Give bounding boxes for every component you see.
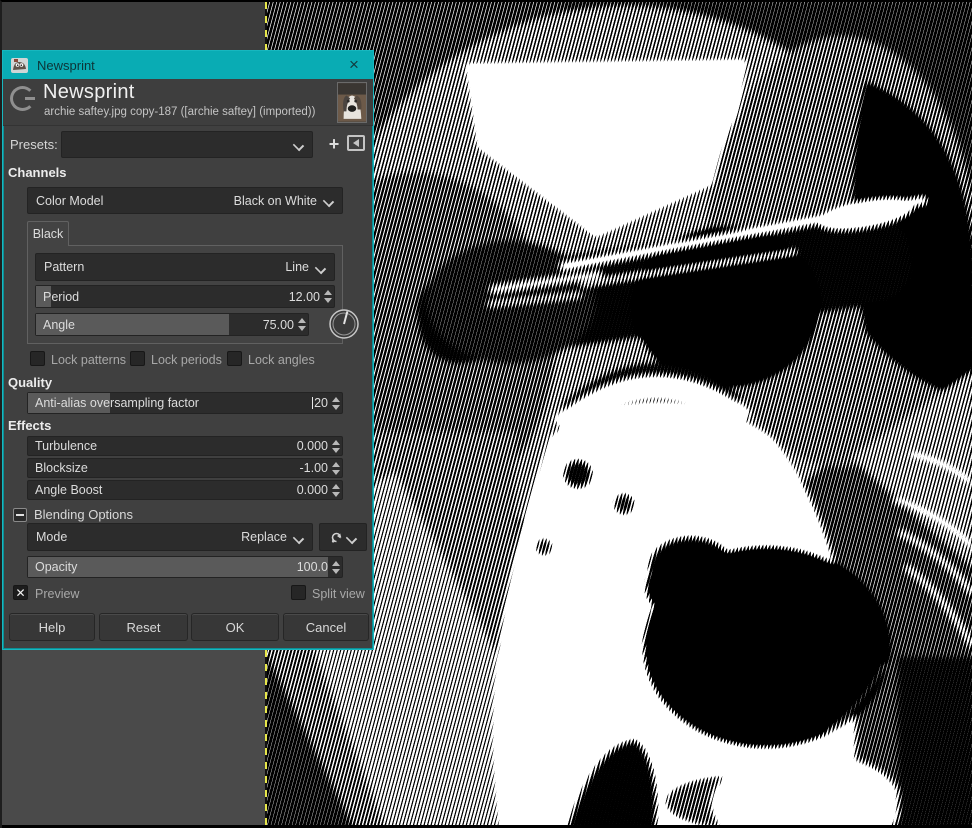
blocksize-spinner[interactable] <box>329 459 342 477</box>
lock-angles-label: Lock angles <box>248 353 315 367</box>
angle-slider[interactable]: Angle 75.00 <box>35 313 309 336</box>
split-view-label: Split view <box>312 587 365 601</box>
angle-boost-slider[interactable]: Angle Boost 0.000 <box>27 480 343 500</box>
blocksize-label: Blocksize <box>35 461 88 475</box>
angle-label: Angle <box>43 317 75 332</box>
text-cursor <box>312 397 314 409</box>
pattern-value: Line <box>285 260 309 274</box>
image-thumbnail <box>337 82 367 123</box>
newsprint-dialog: Newsprint × Newsprint archie saftey.jpg … <box>2 50 374 650</box>
layer-boundary-guide <box>265 2 267 50</box>
gimp-window: Newsprint × Newsprint archie saftey.jpg … <box>0 0 972 828</box>
dialog-title: Newsprint <box>37 57 95 73</box>
mode-combo[interactable]: Mode Replace <box>27 523 313 551</box>
color-model-label: Color Model <box>36 193 104 208</box>
preset-menu-button[interactable] <box>347 135 365 151</box>
add-preset-button[interactable]: + <box>323 133 345 155</box>
period-slider[interactable]: Period 12.00 <box>35 285 335 308</box>
spin-up-icon[interactable] <box>331 396 340 402</box>
opacity-spinner[interactable] <box>329 557 342 577</box>
spin-up-icon[interactable] <box>331 439 340 445</box>
lock-angles-checkbox[interactable] <box>227 351 242 366</box>
tab-black[interactable]: Black <box>27 221 69 246</box>
ok-button[interactable]: OK <box>191 613 279 641</box>
turbulence-value: 0.000 <box>296 439 328 453</box>
angle-spinner[interactable] <box>295 314 308 335</box>
antialias-label: Anti-alias oversampling factor <box>35 396 199 410</box>
canvas-padding-bottom <box>2 650 266 828</box>
angle-boost-spinner[interactable] <box>329 481 342 499</box>
mode-value: Replace <box>241 530 287 544</box>
angle-dial[interactable] <box>327 307 361 341</box>
wilber-icon <box>11 57 28 73</box>
dialog-header: Newsprint archie saftey.jpg copy-187 ([a… <box>3 79 373 126</box>
channels-heading: Channels <box>8 165 67 180</box>
turbulence-spinner[interactable] <box>329 437 342 455</box>
presets-label: Presets: <box>10 137 58 152</box>
preview-checkbox[interactable]: ✕ <box>13 585 28 600</box>
lock-patterns-checkbox[interactable] <box>30 351 45 366</box>
gegl-logo-icon <box>10 86 35 111</box>
spin-down-icon[interactable] <box>331 404 340 410</box>
mode-label: Mode <box>36 530 68 544</box>
lock-periods-checkbox[interactable] <box>130 351 145 366</box>
lock-periods-label: Lock periods <box>151 353 222 367</box>
spin-up-icon[interactable] <box>331 483 340 489</box>
blending-expander-icon[interactable] <box>13 508 27 522</box>
spin-up-icon[interactable] <box>297 318 306 323</box>
cancel-button[interactable]: Cancel <box>283 613 369 641</box>
spin-down-icon[interactable] <box>331 491 340 497</box>
spin-down-icon[interactable] <box>331 447 340 453</box>
effects-heading: Effects <box>8 418 52 433</box>
chevron-down-icon <box>324 196 333 205</box>
spin-down-icon[interactable] <box>297 326 306 331</box>
blocksize-value: -1.00 <box>299 461 329 475</box>
turbulence-label: Turbulence <box>35 439 98 453</box>
period-spinner[interactable] <box>321 286 334 307</box>
chevron-down-icon <box>316 263 325 272</box>
preview-label: Preview <box>35 587 80 601</box>
color-model-value: Black on White <box>233 193 317 208</box>
angle-boost-label: Angle Boost <box>35 483 103 497</box>
opacity-label: Opacity <box>35 560 78 574</box>
reset-button[interactable]: Reset <box>99 613 188 641</box>
opacity-value: 100.0 <box>296 560 328 574</box>
close-icon[interactable]: × <box>341 51 367 79</box>
presets-combo[interactable] <box>61 131 313 158</box>
chevron-down-icon <box>294 533 303 542</box>
antialias-spinner[interactable] <box>329 393 342 413</box>
lock-patterns-label: Lock patterns <box>51 353 127 367</box>
help-button[interactable]: Help <box>9 613 95 641</box>
period-value: 12.00 <box>288 289 320 304</box>
turbulence-slider[interactable]: Turbulence 0.000 <box>27 436 343 456</box>
angle-boost-value: 0.000 <box>296 483 328 497</box>
antialias-slider[interactable]: Anti-alias oversampling factor 20 <box>27 392 343 414</box>
reset-icon <box>331 532 342 542</box>
layer-boundary-guide <box>265 650 267 828</box>
spin-down-icon[interactable] <box>331 469 340 475</box>
spin-down-icon[interactable] <box>323 298 332 303</box>
chevron-down-icon <box>347 533 356 542</box>
pattern-label: Pattern <box>44 260 85 274</box>
spin-up-icon[interactable] <box>331 461 340 467</box>
spin-up-icon[interactable] <box>323 290 332 295</box>
canvas-padding-top <box>2 2 266 50</box>
filter-title: Newsprint <box>43 81 135 103</box>
angle-value: 75.00 <box>262 317 294 332</box>
spin-up-icon[interactable] <box>331 560 340 566</box>
mode-switch-button[interactable] <box>319 523 367 551</box>
image-identifier: archie saftey.jpg copy-187 ([archie saft… <box>44 106 316 118</box>
period-label: Period <box>43 289 80 304</box>
blending-options-label: Blending Options <box>34 507 134 522</box>
pattern-combo[interactable]: Pattern Line <box>35 253 335 281</box>
quality-heading: Quality <box>8 375 53 390</box>
chevron-down-icon <box>294 140 303 149</box>
dialog-titlebar[interactable]: Newsprint × <box>3 51 373 79</box>
blocksize-slider[interactable]: Blocksize -1.00 <box>27 458 343 478</box>
split-view-checkbox[interactable] <box>291 585 306 600</box>
opacity-slider[interactable]: Opacity 100.0 <box>27 556 343 578</box>
spin-down-icon[interactable] <box>331 568 340 574</box>
antialias-value: 20 <box>312 396 328 410</box>
color-model-combo[interactable]: Color Model Black on White <box>27 187 343 214</box>
